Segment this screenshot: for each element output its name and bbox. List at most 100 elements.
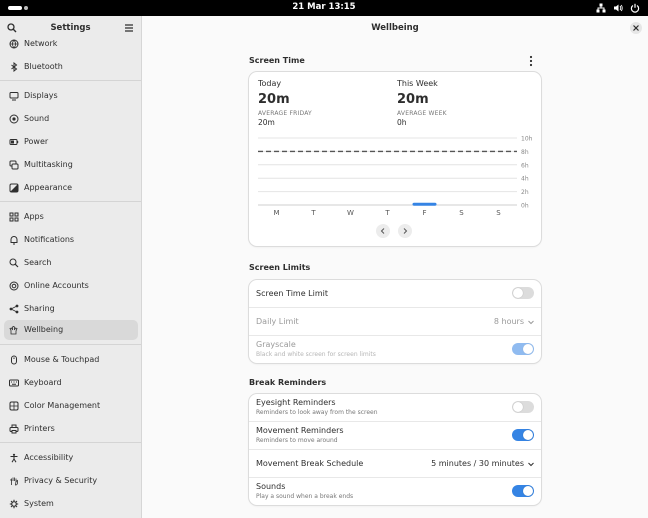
movement-break-schedule-label: Movement Break Schedule bbox=[256, 459, 364, 468]
today-label: Today bbox=[258, 79, 282, 88]
power-icon bbox=[9, 139, 19, 145]
sidebar-item-label: Appearance bbox=[24, 183, 73, 192]
network-icon bbox=[9, 39, 19, 49]
y-tick-label: 4h bbox=[521, 176, 529, 183]
today-average-value: 20m bbox=[258, 118, 275, 127]
sidebar-item-online-accounts[interactable]: Online Accounts bbox=[4, 276, 138, 296]
week-label: This Week bbox=[397, 79, 438, 88]
movement-break-schedule-row[interactable]: Movement Break Schedule 5 minutes / 30 m… bbox=[249, 450, 541, 478]
sidebar: Settings Network Bluetooth Displays Soun… bbox=[0, 16, 142, 518]
week-stat: This Week 20m AVERAGE WEEK 0h bbox=[397, 79, 447, 127]
break-reminders-card: Eyesight Reminders Reminders to look awa… bbox=[249, 394, 541, 505]
sidebar-item-bluetooth[interactable]: Bluetooth bbox=[4, 57, 138, 77]
sidebar-item-label: Bluetooth bbox=[24, 62, 63, 71]
y-tick-label: 8h bbox=[521, 149, 529, 156]
sidebar-separator bbox=[0, 344, 141, 345]
x-tick-label: W bbox=[347, 209, 354, 217]
sidebar-item-apps[interactable]: Apps bbox=[4, 207, 138, 227]
sidebar-item-network[interactable]: Network bbox=[4, 34, 138, 54]
sidebar-item-multitasking[interactable]: Multitasking bbox=[4, 155, 138, 175]
grayscale-subtitle: Black and white screen for screen limits bbox=[256, 351, 376, 358]
sidebar-item-keyboard[interactable]: Keyboard bbox=[4, 373, 138, 393]
sidebar-title: Settings bbox=[50, 23, 91, 33]
sidebar-item-accessibility[interactable]: Accessibility bbox=[4, 448, 138, 468]
sidebar-item-sharing[interactable]: Sharing bbox=[4, 299, 138, 319]
screen-limits-title: Screen Limits bbox=[249, 263, 311, 272]
y-tick-label: 10h bbox=[521, 136, 533, 143]
y-tick-label: 6h bbox=[521, 162, 529, 169]
sidebar-item-color-management[interactable]: Color Management bbox=[4, 396, 138, 416]
previous-week-button[interactable] bbox=[376, 224, 390, 238]
sidebar-item-power[interactable]: Power bbox=[4, 132, 138, 152]
eyesight-reminders-label: Eyesight Reminders bbox=[256, 398, 336, 407]
y-tick-label: 2h bbox=[521, 189, 529, 196]
sidebar-item-label: Color Management bbox=[24, 401, 101, 410]
next-week-button[interactable] bbox=[398, 224, 412, 238]
sidebar-item-label: Printers bbox=[24, 424, 55, 433]
grayscale-switch bbox=[512, 343, 534, 355]
x-tick-label: S bbox=[459, 209, 464, 217]
color-icon bbox=[9, 401, 19, 411]
usage-bar-chart: 0h 2h 4h 6h 8h 10h M T W T F S S bbox=[258, 136, 533, 217]
chevron-right-icon bbox=[403, 228, 408, 234]
system-tray[interactable] bbox=[596, 3, 640, 13]
sidebar-item-appearance[interactable]: Appearance bbox=[4, 178, 138, 198]
multitasking-icon bbox=[9, 160, 19, 170]
y-tick-label: 0h bbox=[521, 203, 529, 210]
sidebar-item-label: System bbox=[24, 499, 54, 508]
eyesight-reminders-switch[interactable] bbox=[512, 401, 534, 413]
movement-reminders-subtitle: Reminders to move around bbox=[256, 437, 338, 444]
sidebar-item-search[interactable]: Search bbox=[4, 253, 138, 273]
week-value: 20m bbox=[397, 92, 429, 107]
clock[interactable]: 21 Mar 13:15 bbox=[0, 2, 648, 12]
movement-reminders-row[interactable]: Movement Reminders Reminders to move aro… bbox=[249, 422, 541, 450]
search-icon bbox=[9, 258, 19, 268]
sidebar-item-sound[interactable]: Sound bbox=[4, 109, 138, 129]
network-icon bbox=[596, 3, 606, 13]
screen-time-limit-row[interactable]: Screen Time Limit bbox=[249, 280, 541, 308]
sidebar-item-notifications[interactable]: Notifications bbox=[4, 230, 138, 250]
hand-icon bbox=[10, 477, 18, 486]
close-button[interactable] bbox=[630, 22, 642, 34]
sidebar-item-label: Mouse & Touchpad bbox=[24, 355, 100, 364]
movement-reminders-label: Movement Reminders bbox=[256, 426, 344, 435]
main-panel: Wellbeing Screen Time Today 20m AVERAGE … bbox=[142, 16, 648, 518]
share-icon bbox=[9, 304, 19, 314]
screen-time-limit-switch[interactable] bbox=[512, 287, 534, 299]
page-title: Wellbeing bbox=[371, 23, 419, 33]
screen-time-limit-label: Screen Time Limit bbox=[256, 289, 328, 298]
more-options-icon[interactable] bbox=[528, 55, 534, 67]
sidebar-separator bbox=[0, 80, 141, 81]
today-value: 20m bbox=[258, 92, 290, 107]
sidebar-item-displays[interactable]: Displays bbox=[4, 86, 138, 106]
sidebar-item-mouse-touchpad[interactable]: Mouse & Touchpad bbox=[4, 350, 138, 370]
sidebar-item-label: Online Accounts bbox=[24, 281, 89, 290]
bell-icon bbox=[10, 236, 18, 245]
appearance-icon bbox=[9, 183, 19, 193]
screen-limits-card: Screen Time Limit Daily Limit 8 hours Gr… bbox=[249, 280, 541, 363]
top-bar: 21 Mar 13:15 bbox=[0, 0, 648, 16]
chevron-down-icon bbox=[528, 320, 534, 324]
daily-limit-label: Daily Limit bbox=[256, 317, 299, 326]
chevron-left-icon bbox=[380, 228, 385, 234]
sounds-row[interactable]: Sounds Play a sound when a break ends bbox=[249, 478, 541, 505]
x-tick-label: T bbox=[310, 209, 316, 217]
screen-time-title: Screen Time bbox=[249, 56, 305, 65]
speaker-icon bbox=[9, 114, 19, 124]
hamburger-menu-icon[interactable] bbox=[124, 23, 134, 33]
sidebar-item-wellbeing[interactable]: Wellbeing bbox=[4, 320, 138, 340]
week-average-label: AVERAGE WEEK bbox=[397, 110, 447, 117]
x-tick-label: M bbox=[273, 209, 279, 217]
chart-bar bbox=[412, 202, 437, 206]
grayscale-row: Grayscale Black and white screen for scr… bbox=[249, 336, 541, 363]
at-icon bbox=[9, 281, 19, 291]
sidebar-item-system[interactable]: System bbox=[4, 494, 138, 514]
movement-reminders-switch[interactable] bbox=[512, 429, 534, 441]
sounds-switch[interactable] bbox=[512, 485, 534, 497]
movement-break-schedule-dropdown[interactable]: 5 minutes / 30 minutes bbox=[431, 459, 534, 468]
sidebar-item-label: Apps bbox=[24, 212, 44, 221]
sidebar-item-printers[interactable]: Printers bbox=[4, 419, 138, 439]
eyesight-reminders-row[interactable]: Eyesight Reminders Reminders to look awa… bbox=[249, 394, 541, 422]
sidebar-item-label: Network bbox=[24, 39, 58, 48]
sidebar-item-privacy-security[interactable]: Privacy & Security bbox=[4, 471, 138, 491]
